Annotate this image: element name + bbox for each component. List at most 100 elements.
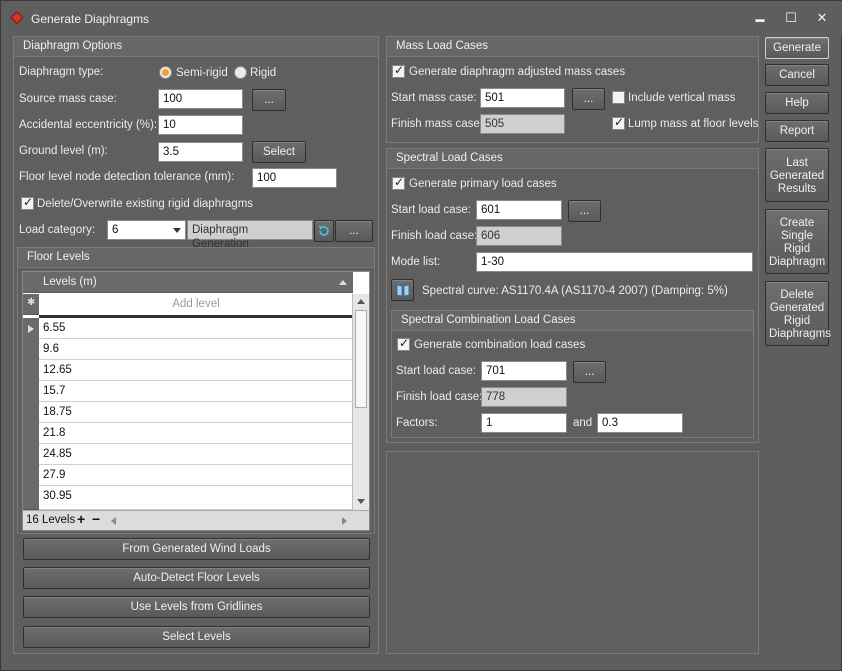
load-category-label: Load category:	[19, 224, 96, 236]
start-mass-browse-button[interactable]: ...	[572, 88, 605, 110]
reset-category-button[interactable]	[314, 220, 334, 242]
scroll-right-icon[interactable]	[342, 517, 347, 525]
add-level-row[interactable]: Add level	[39, 294, 353, 318]
level-count: 16 Levels	[26, 514, 76, 526]
factor-2-input[interactable]: 0.3	[597, 413, 683, 433]
spectral-combination-header: Spectral Combination Load Cases	[392, 311, 753, 331]
sort-asc-icon	[339, 280, 347, 285]
report-button[interactable]: Report	[765, 120, 829, 142]
asterisk-icon: ✱	[27, 297, 36, 308]
include-vertical-checkbox[interactable]	[612, 91, 625, 104]
current-row-icon	[28, 325, 34, 333]
row-selector-column	[23, 318, 39, 510]
minimize-button[interactable]: ▬	[747, 9, 773, 27]
from-wind-loads-button[interactable]: From Generated Wind Loads	[23, 538, 370, 560]
load-category-select[interactable]: 6	[107, 220, 186, 240]
select-levels-button[interactable]: Select Levels	[23, 626, 370, 648]
combination-start-input[interactable]: 701	[481, 361, 567, 381]
load-category-name: Diaphragm Generation	[187, 220, 313, 250]
scroll-thumb[interactable]	[355, 310, 367, 408]
spectral-curve-button[interactable]	[391, 279, 414, 301]
cancel-button[interactable]: Cancel	[765, 64, 829, 86]
auto-detect-levels-button[interactable]: Auto-Detect Floor Levels	[23, 567, 370, 589]
accidental-eccentricity-label: Accidental eccentricity (%):	[19, 119, 158, 131]
spectral-load-cases-header: Spectral Load Cases	[387, 149, 758, 169]
start-mass-input[interactable]: 501	[480, 88, 565, 108]
floor-levels-grid[interactable]: Levels (m) ✱ Add level 6.55 9.6 12.65 15…	[22, 271, 370, 531]
finish-mass-label: Finish mass case:	[391, 118, 484, 130]
start-mass-label: Start mass case:	[391, 92, 477, 104]
new-row-indicator: ✱	[23, 294, 39, 315]
add-level-button[interactable]: +	[77, 511, 85, 527]
delete-generated-diaphragms-button[interactable]: Delete Generated Rigid Diaphragms	[765, 281, 831, 346]
generate-combination-label: Generate combination load cases	[414, 339, 586, 351]
diaphragm-options-header: Diaphragm Options	[14, 37, 378, 57]
select-ground-button[interactable]: Select	[252, 141, 306, 163]
generate-mass-checkbox[interactable]	[392, 63, 405, 78]
source-mass-browse-button[interactable]: ...	[252, 89, 286, 111]
semi-rigid-radio[interactable]	[159, 66, 172, 79]
create-single-diaphragm-button[interactable]: Create Single Rigid Diaphragm	[765, 209, 829, 274]
generate-diaphragms-window: Generate Diaphragms ▬ ☐ ✕ Diaphragm Opti…	[0, 0, 842, 671]
level-row[interactable]: 6.55	[39, 318, 353, 339]
remove-level-button[interactable]: −	[92, 511, 100, 527]
spectral-start-browse-button[interactable]: ...	[568, 200, 601, 222]
overwrite-label: Delete/Overwrite existing rigid diaphrag…	[37, 198, 254, 210]
spectral-load-cases-heading: Spectral Load Cases	[396, 152, 503, 164]
factors-label: Factors:	[396, 417, 438, 429]
rigid-radio[interactable]	[234, 66, 247, 79]
load-category-value: 6	[112, 224, 119, 236]
combination-start-label: Start load case:	[396, 365, 476, 377]
levels-column-header[interactable]: Levels (m)	[23, 272, 353, 293]
maximize-button[interactable]: ☐	[778, 9, 804, 27]
app-icon	[10, 11, 24, 25]
diaphragm-options-heading: Diaphragm Options	[23, 40, 123, 52]
factor-1-input[interactable]: 1	[481, 413, 567, 433]
mass-load-cases-header: Mass Load Cases	[387, 37, 758, 57]
ground-level-label: Ground level (m):	[19, 145, 108, 157]
scroll-left-icon[interactable]	[111, 517, 116, 525]
levels-column-label: Levels (m)	[43, 276, 97, 288]
select-ground-label: Select	[263, 146, 295, 158]
last-results-button[interactable]: Last Generated Results	[765, 148, 829, 202]
level-row[interactable]: 21.8	[39, 423, 353, 444]
scroll-down-icon	[357, 499, 365, 504]
generate-primary-checkbox[interactable]	[392, 175, 405, 190]
level-row[interactable]: 12.65	[39, 360, 353, 381]
load-category-browse-button[interactable]: ...	[335, 220, 373, 242]
help-button[interactable]: Help	[765, 92, 829, 114]
mass-load-cases-heading: Mass Load Cases	[396, 40, 489, 52]
combination-start-browse-button[interactable]: ...	[573, 361, 606, 383]
source-mass-input[interactable]: 100	[158, 89, 243, 109]
rigid-label: Rigid	[250, 67, 277, 79]
level-row[interactable]: 18.75	[39, 402, 353, 423]
level-row[interactable]: 30.95	[39, 486, 353, 510]
include-vertical-label: Include vertical mass	[628, 92, 736, 104]
level-row[interactable]: 15.7	[39, 381, 353, 402]
floor-levels-heading: Floor Levels	[27, 251, 90, 263]
and-label: and	[573, 417, 593, 429]
close-button[interactable]: ✕	[809, 9, 835, 27]
mode-list-input[interactable]: 1-30	[476, 252, 753, 272]
lump-mass-label: Lump mass at floor levels	[628, 118, 759, 130]
finish-mass-input: 505	[480, 114, 565, 134]
accidental-eccentricity-input[interactable]: 10	[158, 115, 243, 135]
generate-combination-checkbox[interactable]	[397, 336, 410, 351]
tolerance-input[interactable]: 100	[252, 168, 337, 188]
spectral-start-input[interactable]: 601	[476, 200, 562, 220]
overwrite-checkbox[interactable]	[21, 195, 34, 210]
chevron-down-icon	[173, 228, 181, 233]
window-title: Generate Diaphragms	[31, 12, 150, 26]
generate-primary-label: Generate primary load cases	[409, 178, 557, 190]
level-row[interactable]: 9.6	[39, 339, 353, 360]
level-row[interactable]: 27.9	[39, 465, 353, 486]
floor-levels-header: Floor Levels	[18, 248, 374, 268]
generate-button[interactable]: Generate	[765, 37, 829, 59]
lump-mass-checkbox[interactable]	[612, 115, 625, 130]
levels-from-gridlines-button[interactable]: Use Levels from Gridlines	[23, 596, 370, 618]
ground-level-input[interactable]: 3.5	[158, 142, 243, 162]
semi-rigid-label: Semi-rigid	[176, 67, 228, 79]
levels-vertical-scrollbar[interactable]	[352, 294, 369, 510]
spectral-curve-text: Spectral curve: AS1170.4A (AS1170-4 2007…	[422, 285, 728, 297]
level-row[interactable]: 24.85	[39, 444, 353, 465]
